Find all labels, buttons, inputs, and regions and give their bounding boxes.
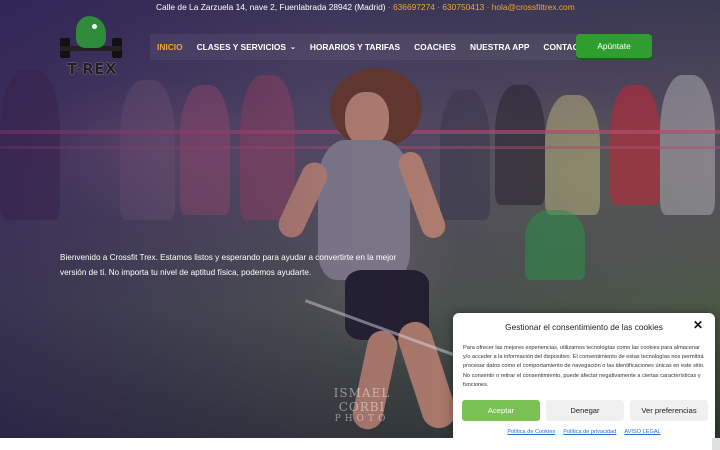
email-link[interactable]: hola@crossfittrex.com xyxy=(492,2,575,12)
chevron-down-icon: ⌄ xyxy=(289,44,296,51)
close-icon[interactable]: ✕ xyxy=(693,318,703,332)
consent-links: Política de Cookies Política de privacid… xyxy=(453,429,715,435)
nav-item-nuestra-app[interactable]: NUESTRA APP xyxy=(463,34,536,60)
nav-item-horarios-y-tarifas[interactable]: HORARIOS Y TARIFAS xyxy=(303,34,407,60)
photo-watermark: ISMAEL CORBI PHOTO xyxy=(312,386,412,424)
deny-button[interactable]: Denegar xyxy=(546,400,624,421)
logo-dinosaur xyxy=(76,16,106,48)
main-nav: INICIO CLASES Y SERVICIOS ⌄ HORARIOS Y T… xyxy=(150,34,607,60)
view-preferences-button[interactable]: Ver preferencias xyxy=(630,400,708,421)
scrollbar[interactable] xyxy=(712,438,720,450)
legal-notice-link[interactable]: AVISO LEGAL xyxy=(624,429,660,435)
watermark-name: ISMAEL CORBI xyxy=(333,386,391,414)
watermark-label: PHOTO xyxy=(334,414,390,424)
address-text: Calle de La Zarzuela 14, nave 2, Fuenlab… xyxy=(156,2,386,12)
nav-item-label: CLASES Y SERVICIOS xyxy=(196,42,286,52)
nav-item-inicio[interactable]: INICIO xyxy=(150,34,190,60)
logo-eye xyxy=(92,24,97,29)
nav-item-label: HORARIOS Y TARIFAS xyxy=(309,42,401,52)
nav-item-label: COACHES xyxy=(414,42,457,52)
nav-item-clases-y-servicios[interactable]: CLASES Y SERVICIOS ⌄ xyxy=(190,34,303,60)
consent-title: Gestionar el consentimiento de las cooki… xyxy=(505,322,663,332)
contact-topbar: Calle de La Zarzuela 14, nave 2, Fuenlab… xyxy=(156,2,575,12)
phone-link[interactable]: · 636697274 · 630750413 · xyxy=(388,2,490,12)
consent-buttons: Aceptar Denegar Ver preferencias xyxy=(462,400,708,421)
accept-button[interactable]: Aceptar xyxy=(462,400,540,421)
nav-item-label: INICIO xyxy=(157,42,183,52)
privacy-policy-link[interactable]: Política de privacidad xyxy=(563,429,616,435)
signup-button[interactable]: Apúntate xyxy=(576,34,652,58)
trex-logo-icon[interactable]: T-REX xyxy=(58,16,124,80)
hero-intro-text: Bienvenido a Crossfit Trex. Estamos list… xyxy=(60,253,397,277)
nav-item-label: NUESTRA APP xyxy=(470,42,530,52)
logo-text: T-REX xyxy=(66,60,118,78)
cookie-policy-link[interactable]: Política de Cookies xyxy=(507,429,555,435)
cookie-consent-dialog: Gestionar el consentimiento de las cooki… xyxy=(453,313,715,443)
consent-body: Para ofrecer las mejores experiencias, u… xyxy=(463,345,705,388)
nav-item-coaches[interactable]: COACHES xyxy=(407,34,463,60)
page-bottom-strip xyxy=(0,438,720,450)
